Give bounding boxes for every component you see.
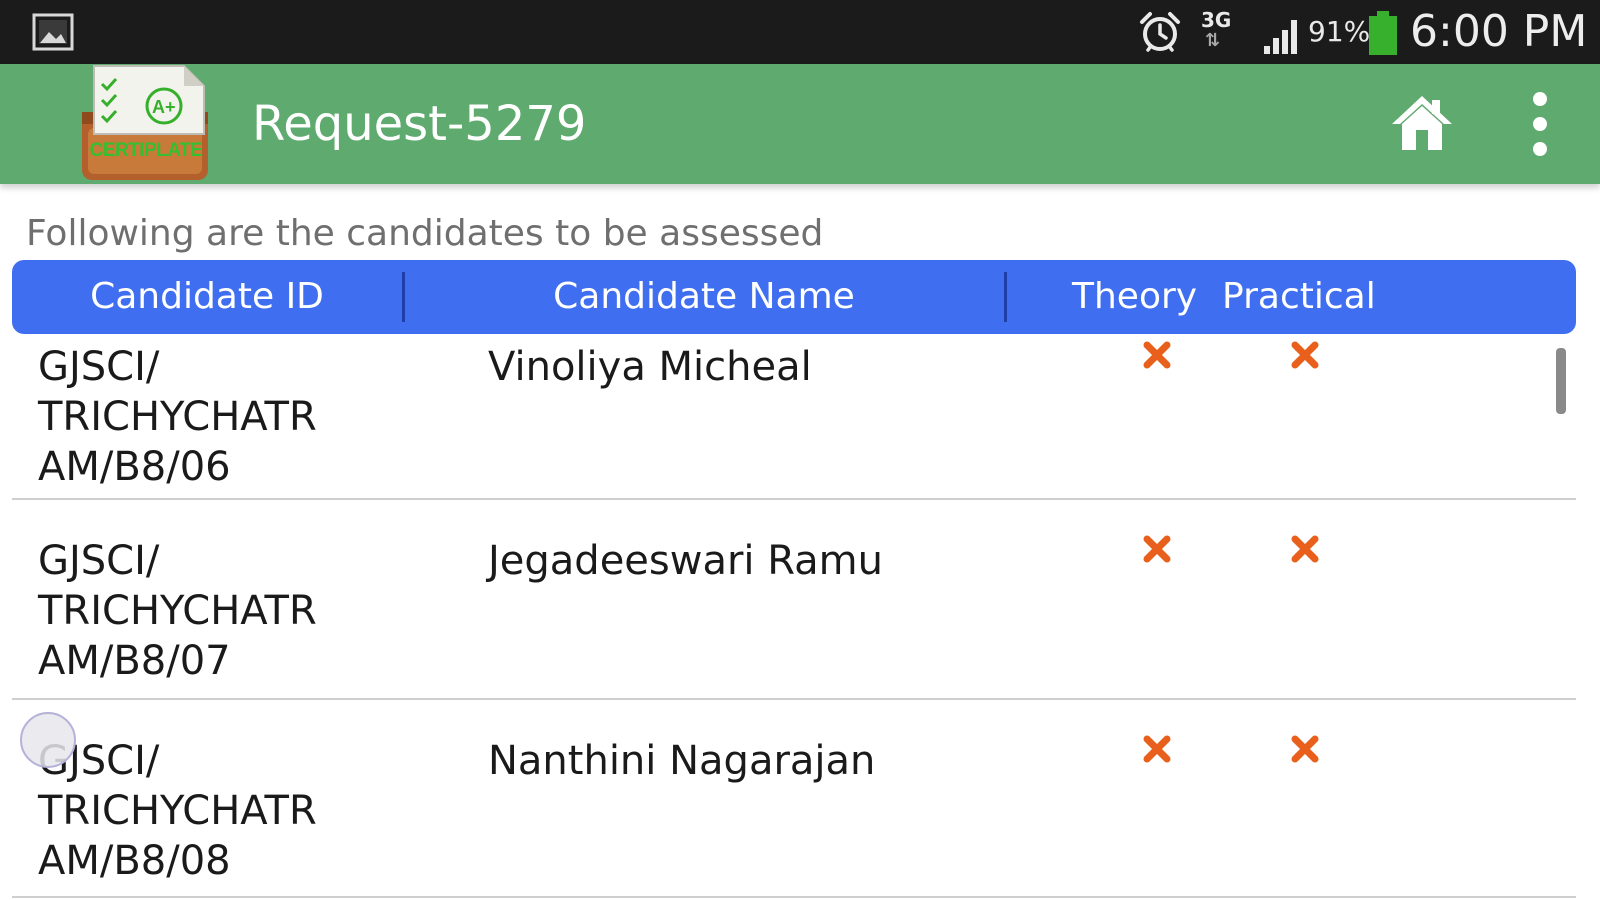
list-scrollbar[interactable]: [1556, 348, 1566, 414]
svg-text:A+: A+: [152, 97, 176, 117]
column-divider: [1004, 272, 1007, 322]
battery-icon: [1369, 11, 1397, 55]
column-header-candidate-name: Candidate Name: [553, 276, 855, 317]
network-indicator: 3G ⇅: [1201, 8, 1237, 56]
practical-not-done-icon: [1291, 341, 1319, 369]
candidate-name: Jegadeeswari Ramu: [488, 538, 883, 584]
table-row[interactable]: GJSCI/ TRICHYCHATR AM/B8/08 Nanthini Nag…: [12, 698, 1576, 898]
table-row[interactable]: GJSCI/ TRICHYCHATR AM/B8/07 Jegadeeswari…: [12, 500, 1576, 700]
candidate-id: GJSCI/ TRICHYCHATR AM/B8/08: [38, 738, 317, 884]
logo-text: CERTIPLATE: [89, 140, 203, 161]
gallery-icon: [32, 13, 74, 51]
column-header-theory: Theory: [1072, 276, 1198, 317]
overflow-menu-button[interactable]: [1520, 88, 1560, 160]
overflow-dot: [1533, 117, 1547, 131]
candidate-id: GJSCI/ TRICHYCHATR AM/B8/06: [38, 344, 317, 490]
candidate-name: Nanthini Nagarajan: [488, 738, 876, 784]
certificate-box-icon: A+: [82, 65, 208, 180]
home-button[interactable]: [1390, 92, 1454, 156]
app-logo: A+ CERTIPLATE: [80, 64, 212, 182]
overflow-menu-icon: [1533, 92, 1547, 106]
status-bar: 3G ⇅ 91% 6:00 PM: [0, 0, 1600, 64]
action-bar: A+ CERTIPLATE Request-5279: [0, 64, 1600, 184]
alarm-icon: [1140, 12, 1180, 52]
page-title: Request-5279: [252, 96, 587, 152]
signal-icon: [1264, 20, 1297, 54]
theory-not-done-icon: [1143, 735, 1171, 763]
practical-not-done-icon: [1291, 535, 1319, 563]
intro-text: Following are the candidates to be asses…: [26, 213, 824, 254]
screen: 3G ⇅ 91% 6:00 PM A+ CERTIPLATE Request-5…: [0, 0, 1600, 900]
column-header-practical: Practical: [1222, 276, 1376, 317]
home-icon: [1392, 96, 1452, 150]
table-header: Candidate ID Candidate Name Theory Pract…: [12, 260, 1576, 334]
candidate-id: GJSCI/ TRICHYCHATR AM/B8/07: [38, 538, 317, 684]
candidate-name: Vinoliya Micheal: [488, 344, 812, 390]
practical-not-done-icon: [1291, 735, 1319, 763]
battery-percent: 91%: [1308, 15, 1371, 48]
theory-not-done-icon: [1143, 341, 1171, 369]
network-type: 3G: [1201, 8, 1232, 32]
clock: 6:00 PM: [1410, 6, 1588, 57]
column-header-candidate-id: Candidate ID: [90, 276, 324, 317]
candidate-list: GJSCI/ TRICHYCHATR AM/B8/06 Vinoliya Mic…: [0, 334, 1600, 900]
data-activity-icon: ⇅: [1205, 30, 1221, 51]
touch-indicator: [20, 712, 76, 768]
overflow-dot: [1533, 142, 1547, 156]
theory-not-done-icon: [1143, 535, 1171, 563]
table-row[interactable]: GJSCI/ TRICHYCHATR AM/B8/06 Vinoliya Mic…: [12, 334, 1576, 500]
